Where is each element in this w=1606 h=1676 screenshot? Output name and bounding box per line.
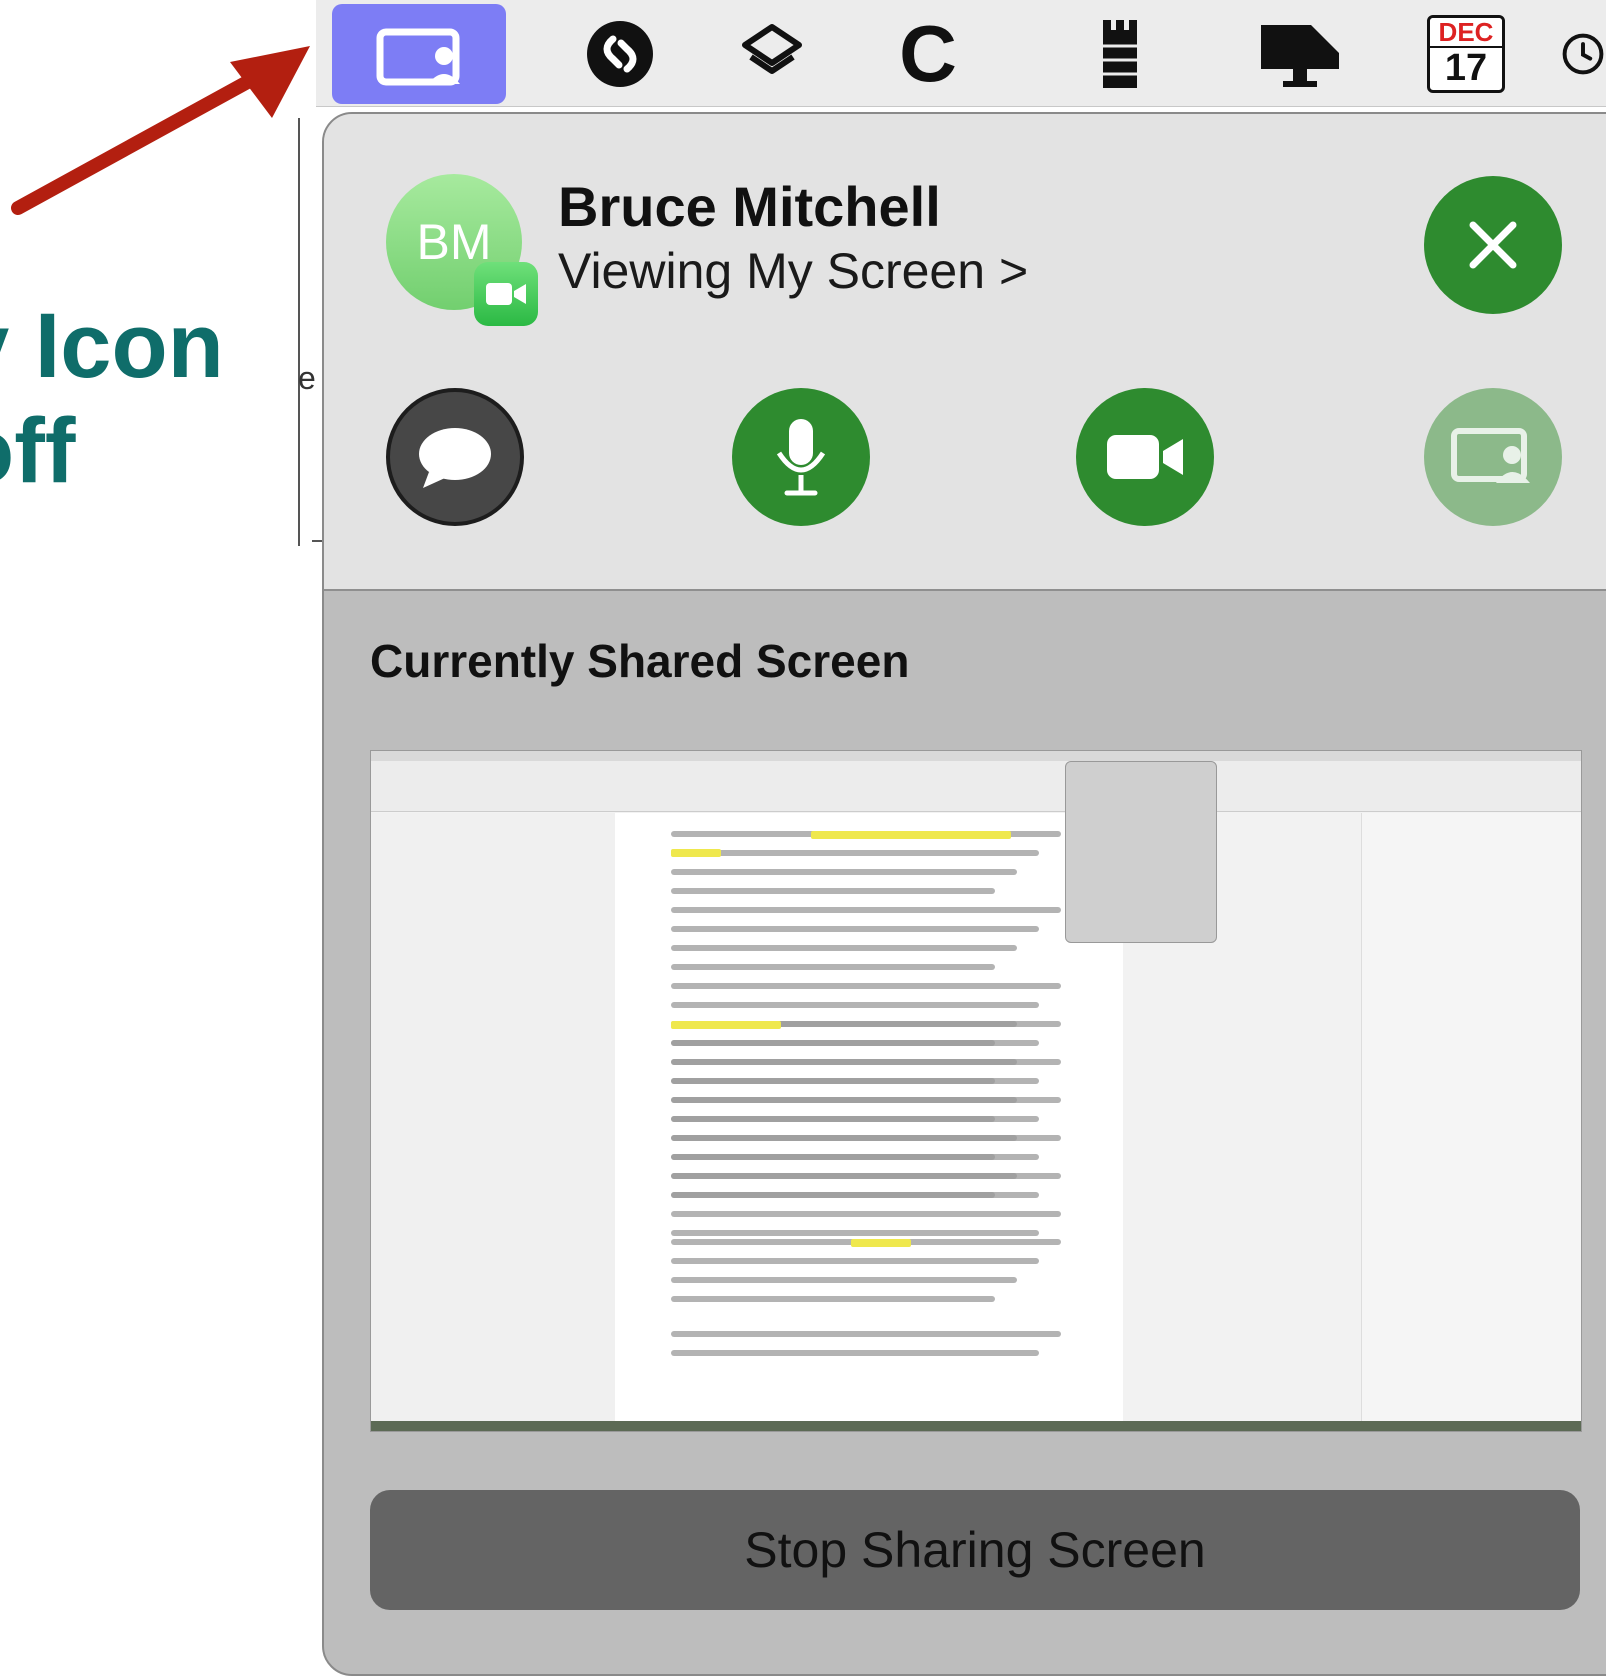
preview-text-line	[671, 1154, 995, 1160]
video-camera-icon	[486, 283, 526, 305]
microphone-icon	[776, 419, 826, 496]
annotation-text-line-1: v Icon	[0, 295, 224, 397]
preview-text-line	[671, 1173, 1061, 1179]
preview-text-line	[671, 1078, 995, 1084]
menubar-shazam-button[interactable]	[572, 6, 668, 102]
menubar-calendar-button[interactable]: DEC 17	[1418, 6, 1514, 102]
c-app-icon: C	[899, 9, 957, 98]
preview-text-line	[671, 945, 1017, 951]
call-header: BM Bruce Mitchell Viewing My Screen >	[324, 114, 1606, 591]
person-name: Bruce Mitchell	[558, 175, 941, 238]
preview-desktop-strip	[371, 1421, 1581, 1431]
preview-text-line	[671, 1211, 1061, 1217]
preview-text-line	[671, 1040, 1039, 1046]
menubar-c-app-button[interactable]: C	[880, 6, 976, 102]
shortcuts-icon	[742, 24, 802, 74]
preview-text-line	[671, 1296, 995, 1302]
preview-text-line	[671, 1135, 1017, 1141]
message-bubble-icon	[419, 428, 491, 488]
preview-highlight	[851, 1239, 911, 1247]
clock-icon	[1562, 33, 1604, 75]
preview-text-line	[671, 907, 1061, 913]
menubar-screen-share-button[interactable]	[332, 4, 506, 104]
preview-text-line	[671, 1192, 1039, 1198]
preview-highlight	[671, 1021, 781, 1029]
preview-menubar	[371, 751, 1581, 761]
preview-text-line	[671, 1097, 1061, 1103]
preview-toolbar	[371, 761, 1581, 812]
screen-share-button[interactable]	[1424, 388, 1562, 526]
preview-highlight	[811, 831, 1011, 839]
menubar-shortcuts-button[interactable]	[724, 6, 820, 102]
annotation-arrow	[11, 46, 310, 215]
shazam-icon	[587, 21, 653, 87]
shared-screen-preview[interactable]	[370, 750, 1582, 1432]
screen-sharing-panel: BM Bruce Mitchell Viewing My Screen > Cu…	[322, 112, 1606, 1676]
tower-icon	[1103, 20, 1137, 88]
preview-text-line	[671, 888, 995, 894]
preview-text-line	[671, 1230, 1039, 1236]
preview-text-line	[671, 1258, 1039, 1264]
close-icon	[1469, 221, 1517, 269]
stop-sharing-button[interactable]: Stop Sharing Screen	[370, 1490, 1580, 1610]
calendar-icon: DEC 17	[1427, 15, 1505, 93]
preview-document-page	[615, 813, 1123, 1431]
preview-text-line	[671, 1116, 1039, 1122]
messages-button[interactable]	[386, 388, 524, 526]
annotation-text-line-2: off	[0, 400, 76, 502]
background-text-fragment: e	[298, 360, 316, 396]
preview-mini-panel	[1065, 761, 1217, 943]
preview-text-line	[671, 1002, 1039, 1008]
microphone-button[interactable]	[732, 388, 870, 526]
avatar-initials: BM	[416, 214, 492, 270]
preview-text-line	[671, 850, 1039, 856]
screen-share-icon	[1451, 428, 1530, 483]
menubar-display-button[interactable]	[1252, 6, 1348, 102]
end-call-button[interactable]	[1424, 176, 1562, 314]
viewing-status-link[interactable]: Viewing My Screen >	[558, 242, 1028, 300]
preview-text-line	[671, 983, 1061, 989]
menubar-clock-button[interactable]	[1560, 6, 1606, 102]
preview-text-line	[671, 869, 1017, 875]
preview-inspector	[1361, 813, 1581, 1431]
preview-highlight	[671, 849, 721, 857]
preview-sidebar	[371, 813, 615, 1431]
screen-share-icon	[376, 28, 460, 86]
preview-text-line	[671, 1059, 1017, 1065]
preview-text-line	[671, 964, 995, 970]
menubar-tower-button[interactable]	[1072, 6, 1168, 102]
preview-text-line	[671, 1331, 1061, 1337]
preview-text-line	[671, 1350, 1039, 1356]
camera-button[interactable]	[1076, 388, 1214, 526]
facetime-badge	[474, 262, 538, 326]
display-icon	[1261, 25, 1339, 87]
video-camera-icon	[1107, 435, 1183, 479]
preview-text-line	[671, 926, 1039, 932]
section-title: Currently Shared Screen	[370, 635, 910, 687]
preview-text-line	[671, 1277, 1017, 1283]
